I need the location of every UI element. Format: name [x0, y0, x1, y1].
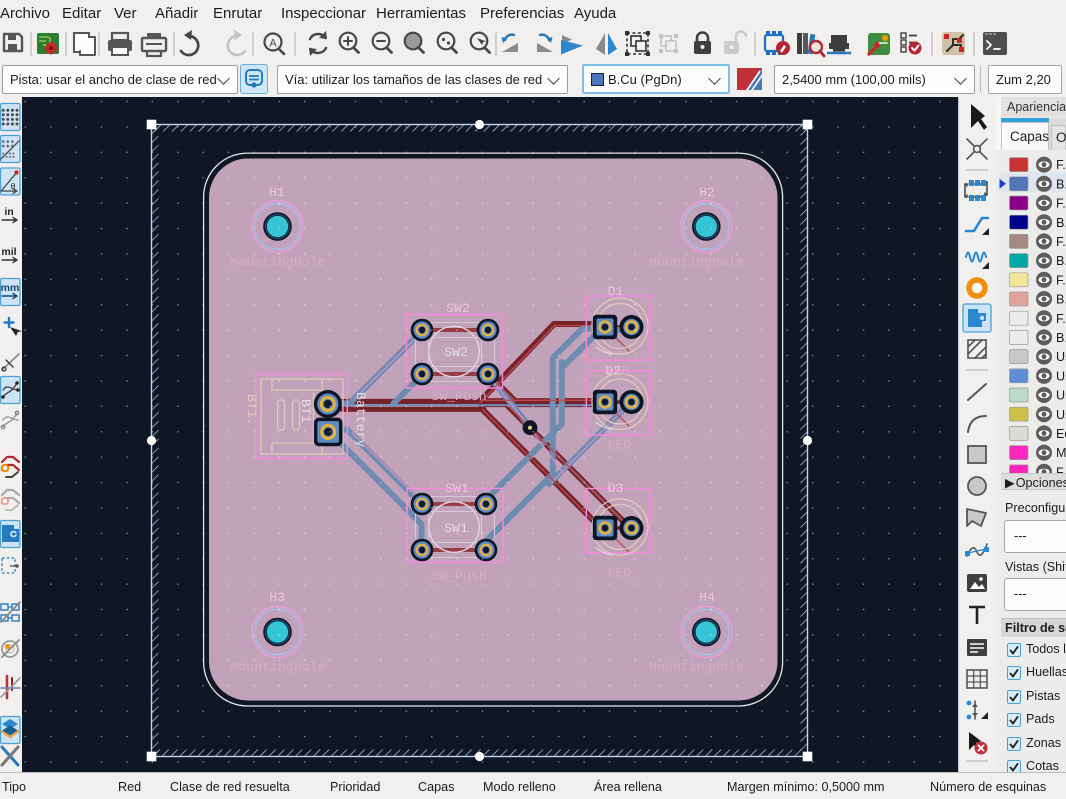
svg-text:Margin: Margin [1056, 446, 1066, 460]
svg-text:Edge.Cuts: Edge.Cuts [1056, 427, 1066, 441]
svg-text:F.Paste: F.Paste [1056, 235, 1066, 249]
svg-text:mil: mil [1, 246, 16, 258]
svg-text:User.Comments: User.Comments [1056, 369, 1066, 383]
svg-text:B.Adhesive: B.Adhesive [1056, 216, 1066, 230]
svg-text:B.Mask: B.Mask [1056, 331, 1066, 345]
svg-text:B.Cu: B.Cu [1056, 177, 1066, 191]
svg-text:B.Paste: B.Paste [1056, 254, 1066, 268]
svg-text:User.Eco1: User.Eco1 [1056, 389, 1066, 403]
svg-text:F.Cu: F.Cu [1056, 158, 1066, 172]
svg-text:F.Mask: F.Mask [1056, 312, 1066, 326]
svg-text:mm: mm [1, 282, 20, 294]
svg-text:F.Silkscreen: F.Silkscreen [1056, 273, 1066, 287]
svg-text:User.Drawings: User.Drawings [1056, 350, 1066, 364]
svg-text:in: in [4, 206, 13, 218]
svg-text:B.Silkscreen: B.Silkscreen [1056, 293, 1066, 307]
svg-text:F.Adhesive: F.Adhesive [1056, 197, 1066, 211]
svg-text:User.Eco2: User.Eco2 [1056, 408, 1066, 422]
svg-text:A: A [269, 38, 277, 50]
svg-text:θ: θ [11, 181, 16, 191]
